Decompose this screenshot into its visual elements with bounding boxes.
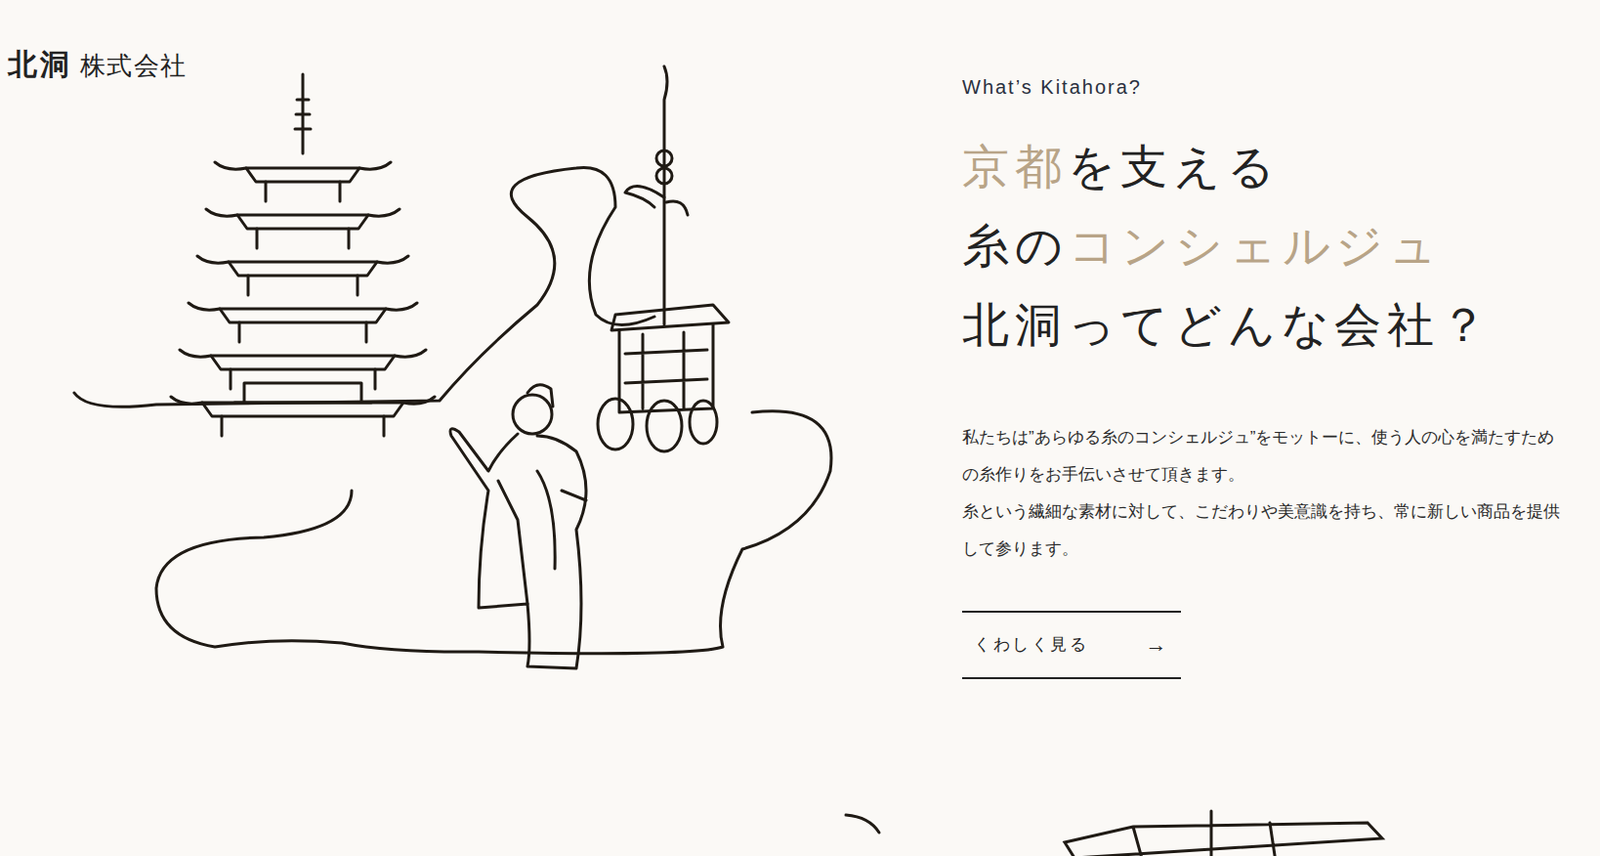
about-section: What’s Kitahora?京都を支える糸のコンシェルジュ北洞ってどんな会社… xyxy=(0,0,1600,716)
headline-line: 北洞ってどんな会社？ xyxy=(962,285,1578,365)
headline-segment: 北洞ってどんな会社？ xyxy=(962,298,1493,351)
kimono-figure-icon xyxy=(450,384,587,669)
illustration-area xyxy=(0,0,963,716)
hoko-float-icon xyxy=(597,66,729,452)
headline-segment: 糸の xyxy=(962,219,1069,272)
headline-segment: を支える xyxy=(1067,140,1281,193)
body-text: 私たちは”あらゆる糸のコンシェルジュ”をモットーに、使う人の心を満たすための糸作… xyxy=(962,419,1568,568)
more-button[interactable]: くわしく見る → xyxy=(962,610,1181,679)
loom-drawing-icon xyxy=(840,802,1388,856)
more-button-label: くわしく見る xyxy=(973,631,1089,658)
headline-segment: コンシェルジュ xyxy=(1068,219,1443,272)
next-section-preview xyxy=(0,715,1600,856)
page: 北洞株式会社What’s Kitahora?京都を支える糸のコンシェルジュ北洞っ… xyxy=(0,0,1600,856)
site-logo[interactable]: 北洞株式会社 xyxy=(7,46,187,83)
logo-suffix: 株式会社 xyxy=(80,48,187,83)
about-content: What’s Kitahora?京都を支える糸のコンシェルジュ北洞ってどんな会社… xyxy=(962,0,1578,716)
body-paragraph: 私たちは”あらゆる糸のコンシェルジュ”をモットーに、使う人の心を満たすための糸作… xyxy=(962,419,1568,494)
arrow-right-icon: → xyxy=(1144,633,1170,656)
body-paragraph: 糸という繊細な素材に対して、こだわりや美意識を持ち、常に新しい商品を提供して参り… xyxy=(962,493,1568,568)
kyoto-line-illustration xyxy=(68,60,899,716)
pagoda-icon xyxy=(170,74,435,436)
headline-segment: 京都 xyxy=(962,140,1068,193)
logo-name: 北洞 xyxy=(7,46,73,83)
headline-line: 糸のコンシェルジュ xyxy=(962,206,1578,286)
eyebrow: What’s Kitahora? xyxy=(962,74,1578,100)
headline: 京都を支える糸のコンシェルジュ北洞ってどんな会社？ xyxy=(962,126,1578,365)
headline-line: 京都を支える xyxy=(962,126,1578,207)
